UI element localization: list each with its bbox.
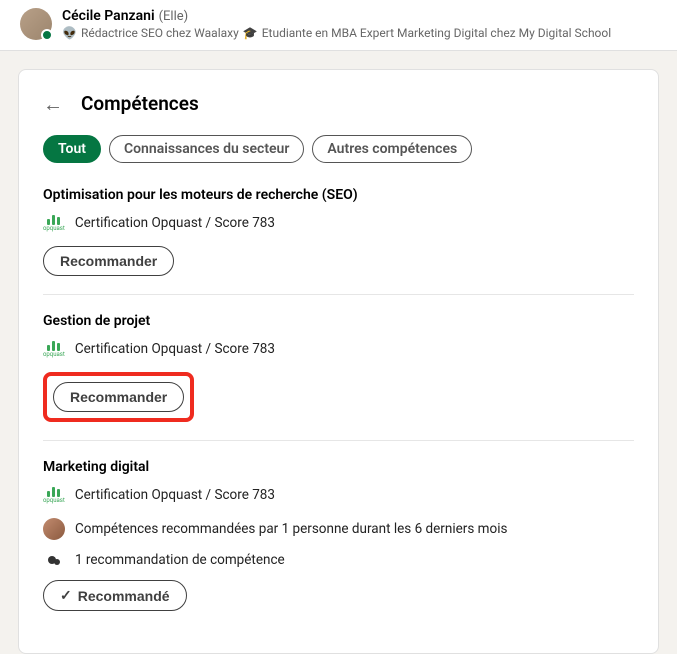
headline-part: Etudiante en MBA Expert Marketing Digita… (262, 26, 611, 40)
profile-headline: 👽 Rédactrice SEO chez Waalaxy 🎓 Etudiant… (62, 26, 611, 40)
skill-item: Optimisation pour les moteurs de recherc… (43, 187, 634, 276)
endorser-row[interactable]: Compétences recommandées par 1 personne … (43, 518, 634, 540)
emoji-icon: 🎓 (243, 26, 258, 40)
emoji-icon: 👽 (62, 26, 77, 40)
header-text: Cécile Panzani (Elle) 👽 Rédactrice SEO c… (62, 8, 611, 40)
certification-text: Certification Opquast / Score 783 (75, 487, 275, 503)
headline-part: Rédactrice SEO chez Waalaxy (81, 26, 239, 40)
highlight-box: Recommander (43, 372, 194, 422)
skills-card: ← Compétences Tout Connaissances du sect… (18, 69, 659, 654)
divider (43, 440, 634, 441)
certification-row[interactable]: opquast Certification Opquast / Score 78… (43, 213, 634, 232)
opquast-icon: opquast (43, 339, 65, 358)
tab-other[interactable]: Autres compétences (312, 135, 472, 163)
recommend-button-label: Recommander (60, 253, 157, 269)
endorsement-count-row[interactable]: 1 recommandation de compétence (43, 552, 634, 568)
certification-row[interactable]: opquast Certification Opquast / Score 78… (43, 485, 634, 504)
recommend-button[interactable]: Recommander (43, 246, 174, 276)
recommend-button-label: Recommander (70, 389, 167, 405)
endorser-avatar-icon (43, 518, 65, 540)
certification-text: Certification Opquast / Score 783 (75, 215, 275, 231)
recommend-button-label: Recommandé (78, 588, 170, 604)
tab-industry[interactable]: Connaissances du secteur (109, 135, 304, 163)
certification-row[interactable]: opquast Certification Opquast / Score 78… (43, 339, 634, 358)
profile-name[interactable]: Cécile Panzani (62, 8, 155, 24)
skill-title[interactable]: Gestion de projet (43, 313, 634, 329)
endorsement-count-text: 1 recommandation de compétence (75, 552, 285, 568)
certification-text: Certification Opquast / Score 783 (75, 341, 275, 357)
people-icon (43, 556, 65, 565)
skill-item: Gestion de projet opquast Certification … (43, 313, 634, 422)
page-title: Compétences (81, 92, 199, 115)
skill-title[interactable]: Marketing digital (43, 459, 634, 475)
check-icon: ✓ (60, 587, 72, 604)
profile-header: Cécile Panzani (Elle) 👽 Rédactrice SEO c… (0, 0, 677, 51)
opquast-icon: opquast (43, 213, 65, 232)
opquast-icon: opquast (43, 485, 65, 504)
back-arrow-icon[interactable]: ← (43, 94, 63, 114)
recommend-button[interactable]: Recommander (53, 382, 184, 412)
endorser-text: Compétences recommandées par 1 personne … (75, 521, 507, 537)
skill-item: Marketing digital opquast Certification … (43, 459, 634, 611)
filter-tabs: Tout Connaissances du secteur Autres com… (43, 135, 634, 163)
avatar[interactable] (20, 8, 52, 40)
recommended-button[interactable]: ✓ Recommandé (43, 580, 187, 611)
tab-all[interactable]: Tout (43, 135, 101, 163)
presence-indicator-icon (41, 29, 53, 41)
profile-pronoun: (Elle) (159, 9, 189, 24)
skill-title[interactable]: Optimisation pour les moteurs de recherc… (43, 187, 634, 203)
divider (43, 294, 634, 295)
